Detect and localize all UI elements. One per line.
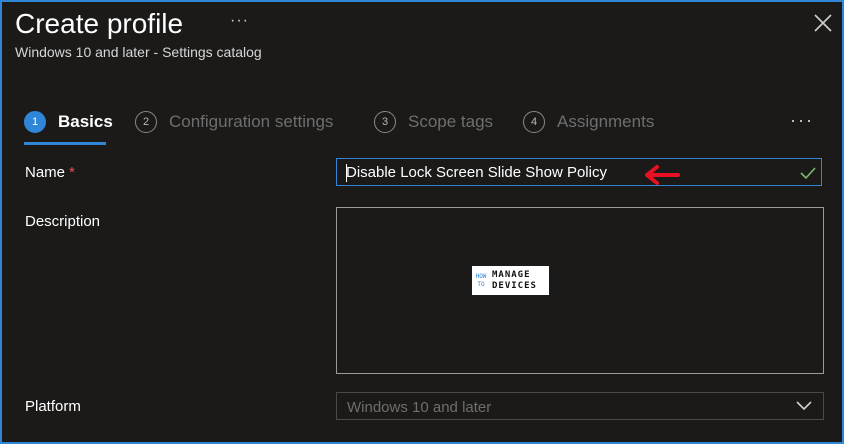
more-options-button[interactable]: ··· bbox=[230, 12, 249, 30]
tab-scope-tags[interactable]: 3 Scope tags bbox=[374, 108, 493, 148]
chevron-down-icon bbox=[796, 401, 812, 411]
tab-configuration-settings[interactable]: 2 Configuration settings bbox=[135, 108, 333, 148]
description-textarea[interactable] bbox=[336, 207, 824, 374]
active-tab-indicator bbox=[24, 142, 106, 145]
tab-assignments[interactable]: 4 Assignments bbox=[523, 108, 654, 148]
page-subtitle: Windows 10 and later - Settings catalog bbox=[15, 44, 262, 60]
platform-value: Windows 10 and later bbox=[347, 399, 492, 416]
logo-left-text: HOW TO bbox=[475, 272, 487, 288]
tab-label: Configuration settings bbox=[169, 112, 334, 131]
step-number: 4 bbox=[523, 111, 545, 133]
page-title: Create profile bbox=[15, 8, 184, 39]
close-icon[interactable] bbox=[812, 12, 834, 34]
wizard-tabs: 1 Basics 2 Configuration settings 3 Scop… bbox=[24, 108, 824, 148]
required-marker: * bbox=[69, 164, 75, 181]
platform-label: Platform bbox=[25, 398, 81, 415]
create-profile-panel: Create profile ··· Windows 10 and later … bbox=[0, 0, 844, 444]
tabs-more-button[interactable]: ··· bbox=[790, 110, 814, 131]
text-cursor bbox=[346, 164, 347, 182]
logo-right-text: MANAGE DEVICES bbox=[492, 269, 537, 291]
name-input-value: Disable Lock Screen Slide Show Policy bbox=[346, 164, 607, 181]
tab-label: Basics bbox=[58, 112, 113, 131]
name-label: Name * bbox=[25, 164, 75, 181]
name-label-text: Name bbox=[25, 164, 66, 181]
step-number: 1 bbox=[24, 111, 46, 133]
name-input[interactable]: Disable Lock Screen Slide Show Policy bbox=[336, 158, 822, 186]
step-number: 3 bbox=[374, 111, 396, 133]
step-number: 2 bbox=[135, 111, 157, 133]
platform-dropdown[interactable]: Windows 10 and later bbox=[336, 392, 824, 420]
howtomanagedevices-logo: HOW TO MANAGE DEVICES bbox=[472, 266, 549, 295]
tab-label: Assignments bbox=[557, 112, 655, 131]
checkmark-icon bbox=[800, 167, 816, 180]
tab-label: Scope tags bbox=[408, 112, 494, 131]
description-label: Description bbox=[25, 213, 101, 230]
red-arrow-icon bbox=[645, 165, 680, 185]
